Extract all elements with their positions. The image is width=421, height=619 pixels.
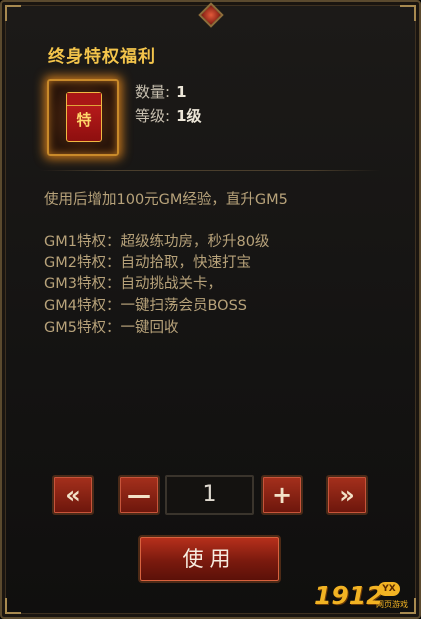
- quantity-input[interactable]: 1: [165, 475, 254, 515]
- item-detail-panel: 终身特权福利 特 数量: 1 等级: 1级 使用后增加100元GM经验，直升GM5 …: [0, 0, 421, 619]
- envelope-flap: [67, 93, 101, 106]
- quantity-row: 数量: 1: [135, 81, 187, 102]
- level-label: 等级:: [135, 107, 171, 125]
- frame-gem-ornament: [198, 2, 224, 28]
- double-chevron-right-icon: »: [339, 481, 355, 509]
- watermark-subtitle: 网页游戏: [376, 600, 408, 609]
- perk-line-gm5: GM5特权：一键回收: [44, 320, 179, 336]
- watermark-badge: YX: [378, 582, 400, 596]
- level-row: 等级: 1级: [135, 105, 202, 126]
- quantity-value: 1: [176, 83, 187, 101]
- quantity-label: 数量:: [135, 83, 171, 101]
- envelope-character: 特: [76, 111, 92, 129]
- double-chevron-left-icon: «: [65, 481, 81, 509]
- red-envelope-icon: 特: [66, 92, 102, 142]
- quantity-min-button[interactable]: «: [52, 475, 94, 515]
- level-value: 1级: [176, 107, 202, 125]
- item-slot[interactable]: 特: [47, 79, 119, 156]
- quantity-minus-button[interactable]: —: [118, 475, 160, 515]
- divider: [40, 170, 380, 171]
- watermark-number: 1912: [314, 581, 384, 610]
- perk-line-gm3: GM3特权：自动挑战关卡，: [44, 276, 222, 292]
- site-watermark: 1912 YX 网页游戏: [314, 579, 410, 615]
- quantity-max-button[interactable]: »: [326, 475, 368, 515]
- use-button[interactable]: 使用: [138, 535, 281, 583]
- plus-icon: +: [271, 481, 293, 509]
- frame-corner: [5, 598, 21, 614]
- frame-corner: [5, 5, 21, 21]
- perk-line-gm2: GM2特权：自动拾取，快速打宝: [44, 255, 251, 271]
- perk-line-gm4: GM4特权：一键扫荡会员BOSS: [44, 298, 247, 314]
- perk-line-gm1: GM1特权：超级练功房，秒升80级: [44, 234, 270, 250]
- minus-icon: —: [127, 481, 151, 509]
- panel-title: 终身特权福利: [48, 47, 156, 67]
- frame-corner: [400, 5, 416, 21]
- item-description: 使用后增加100元GM经验，直升GM5: [44, 192, 288, 208]
- quantity-plus-button[interactable]: +: [261, 475, 303, 515]
